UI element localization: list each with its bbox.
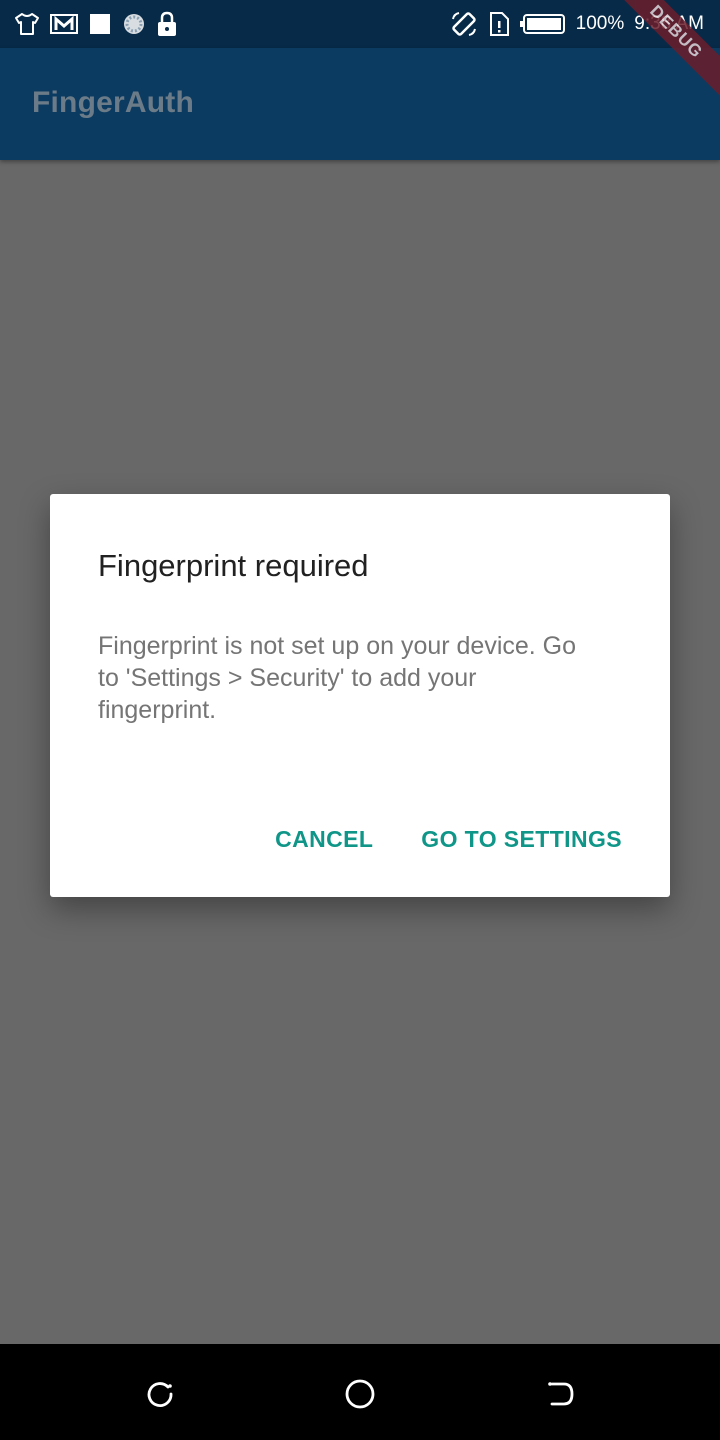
- battery-percent: 100%: [575, 13, 625, 34]
- lock-icon: [156, 11, 178, 37]
- app-title: FingerAuth: [32, 86, 194, 119]
- app-bar: FingerAuth: [0, 48, 720, 160]
- gmail-icon: [50, 12, 78, 36]
- fingerprint-dialog: Fingerprint required Fingerprint is not …: [50, 494, 670, 897]
- navigation-bar: [0, 1344, 720, 1440]
- go-to-settings-button[interactable]: GO TO SETTINGS: [421, 826, 622, 853]
- square-notification-icon: [88, 12, 112, 36]
- screen: 100% 9:38 AM FingerAuth DEBUG Fingerprin…: [0, 0, 720, 1440]
- battery-icon: [519, 13, 566, 35]
- back-icon[interactable]: [540, 1374, 580, 1414]
- rotate-screen-icon: [450, 10, 478, 38]
- loading-circle-icon: [122, 12, 146, 36]
- dialog-title: Fingerprint required: [98, 548, 369, 583]
- shirt-icon: [14, 12, 40, 36]
- status-left-icons: [14, 10, 178, 38]
- dialog-actions: CANCEL GO TO SETTINGS: [275, 826, 622, 853]
- status-bar: 100% 9:38 AM: [0, 0, 720, 48]
- dialog-message: Fingerprint is not set up on your device…: [98, 632, 577, 724]
- sim-card-icon: [488, 11, 510, 37]
- home-icon[interactable]: [340, 1374, 380, 1414]
- recents-icon[interactable]: [140, 1374, 180, 1414]
- cancel-button[interactable]: CANCEL: [275, 826, 373, 853]
